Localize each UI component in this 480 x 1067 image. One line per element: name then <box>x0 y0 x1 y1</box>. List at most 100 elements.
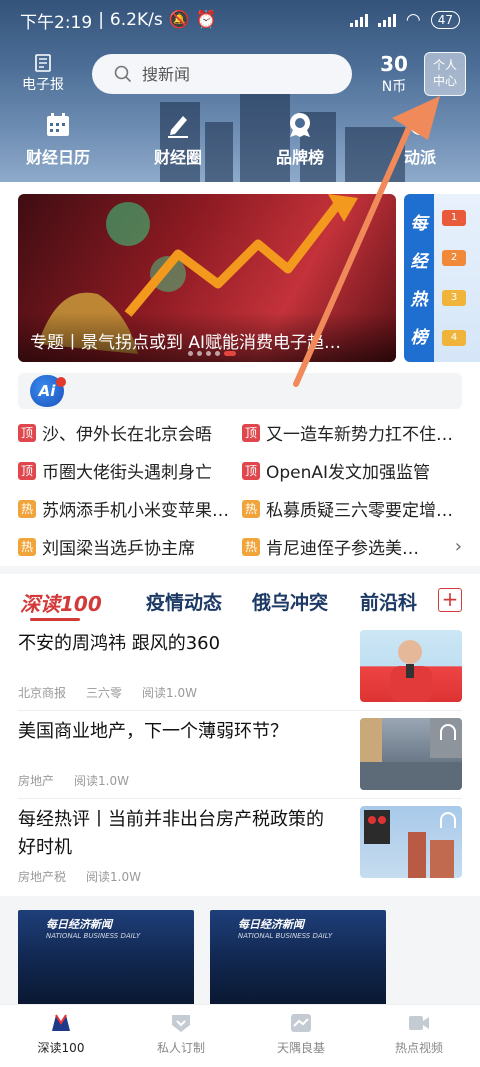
hot-rank-badge: 4 <box>442 330 466 346</box>
video-brand-sub: NATIONAL BUSINESS DAILY <box>238 932 333 940</box>
headline-text: 沙、伊外长在北京会晤 <box>42 425 212 445</box>
deep-read-icon <box>52 1014 70 1031</box>
activity-icon <box>410 115 430 135</box>
hot-tag: 热 <box>18 537 36 556</box>
tab-frontier-tech[interactable]: 前沿科 <box>360 588 424 615</box>
article-title: 美国商业地产，下一个薄弱环节？ <box>18 721 288 742</box>
mute-icon: 🔕 <box>168 10 190 30</box>
hot-rank-badge: 3 <box>442 290 466 306</box>
tab-deep-read[interactable]: 深读100 <box>20 588 102 617</box>
headline-item[interactable]: 热 苏炳添手机小米变苹果… <box>18 496 230 521</box>
ai-logo-text: Ai <box>38 382 56 400</box>
nav-fund[interactable]: 天隅良基 <box>256 1013 346 1056</box>
article-tag: 房地产 <box>18 774 55 788</box>
bottom-nav: 深读100 私人订制 天隅良基 热点视频 <box>0 1004 480 1067</box>
quicknav-calendar[interactable]: 财经日历 <box>26 112 90 168</box>
tab-russia-ukraine[interactable]: 俄乌冲突 <box>252 588 328 615</box>
coins-balance[interactable]: 30 N币 <box>372 52 416 96</box>
personal-center-button[interactable]: 个人 中心 <box>424 52 466 96</box>
article-meta: 北京商报 三六零 阅读1.0W <box>18 684 197 701</box>
status-bar: 下午2:19 | 6.2K/s 🔕 ⏰ ◠ 47 <box>0 0 480 40</box>
headline-item[interactable]: 顶 OpenAI发文加强监管 <box>242 458 454 483</box>
headline-item[interactable]: 顶 币圈大佬街头遇刺身亡 <box>18 458 230 483</box>
article-reads: 阅读1.0W <box>142 686 197 700</box>
search-input[interactable] <box>142 64 332 84</box>
hot-tag: 热 <box>18 499 36 518</box>
article-meta: 房地产 阅读1.0W <box>18 772 129 789</box>
nav-label: 私人订制 <box>156 1041 205 1055</box>
epaper-button[interactable]: 电子报 <box>16 54 70 94</box>
quicknav-brand-rank[interactable]: 品牌榜 <box>276 112 324 168</box>
quicknav-label: 财经日历 <box>26 148 91 167</box>
carousel-dot-active <box>224 351 236 356</box>
wifi-icon: ◠ <box>405 10 421 30</box>
carousel-dot <box>188 351 193 356</box>
carousel-dot <box>206 351 211 356</box>
newspaper-icon <box>35 54 51 72</box>
headline-text: 苏炳添手机小米变苹果… <box>42 501 229 521</box>
quicknav-label: 动派 <box>404 148 437 167</box>
headphones-icon <box>440 724 456 740</box>
alarm-icon: ⏰ <box>195 10 218 30</box>
article-meta: 房地产税 阅读1.0W <box>18 868 141 885</box>
top-tag: 顶 <box>18 461 36 480</box>
video-row: 每日经济新闻 NATIONAL BUSINESS DAILY 每日经济新闻 NATI… <box>0 896 480 1006</box>
headline-item[interactable]: 热 肯尼迪侄子参选美… <box>242 534 454 559</box>
search-bar[interactable] <box>92 54 352 94</box>
add-channel-button[interactable]: + <box>438 588 462 612</box>
feature-banner[interactable]: 专题丨景气拐点或到 AI赋能消费电子趋… <box>18 194 396 362</box>
article-title: 每经热评丨当前并非出台房产税政策的好时机 <box>18 809 324 858</box>
article-item[interactable]: 每经热评丨当前并非出台房产税政策的好时机 房地产税 阅读1.0W <box>18 806 462 886</box>
header: 下午2:19 | 6.2K/s 🔕 ⏰ ◠ 47 电子报 搜新闻 30 N币 个… <box>0 0 480 182</box>
hot-list-title-char: 榜 <box>410 327 428 348</box>
headline-text: OpenAI发文加强监管 <box>266 463 431 483</box>
article-tag: 房地产税 <box>18 870 67 884</box>
top-tag: 顶 <box>242 423 260 442</box>
hot-list-title: 每 经 热 榜 <box>404 194 434 362</box>
headline-item[interactable]: 顶 又一造车新势力扛不住… <box>242 420 454 445</box>
headline-item[interactable]: 热 私募质疑三六零要定增… <box>242 496 454 521</box>
ai-assistant-bar[interactable]: Ai <box>18 373 462 409</box>
hot-list-title-char: 经 <box>410 251 428 272</box>
battery-icon: 47 <box>430 11 460 29</box>
headline-text: 币圈大佬街头遇刺身亡 <box>42 463 212 483</box>
article-item[interactable]: 美国商业地产，下一个薄弱环节？ 房地产 阅读1.0W <box>18 718 462 792</box>
headline-text: 刘国梁当选乒协主席 <box>42 539 195 559</box>
nav-label: 天隅良基 <box>276 1041 325 1055</box>
coins-unit: N币 <box>381 79 407 95</box>
video-brand-sub: NATIONAL BUSINESS DAILY <box>46 932 141 940</box>
coins-value: 30 <box>380 52 408 76</box>
article-item[interactable]: 不安的周鸿祎 跟风的360 北京商报 三六零 阅读1.0W <box>18 630 462 704</box>
person-photo <box>390 640 432 702</box>
chevron-right-icon[interactable]: › <box>455 536 462 557</box>
tab-epidemic[interactable]: 疫情动态 <box>146 588 222 615</box>
hot-list-card[interactable]: 每 经 热 榜 1 2 3 4 <box>404 194 480 362</box>
headline-item[interactable]: 顶 沙、伊外长在北京会晤 <box>18 420 230 445</box>
search-icon <box>114 65 132 83</box>
video-card[interactable]: 每日经济新闻 NATIONAL BUSINESS DAILY <box>210 910 386 1006</box>
signal-icon <box>377 13 396 27</box>
video-icon <box>409 1016 429 1030</box>
carousel-dot <box>197 351 202 356</box>
nav-hot-video[interactable]: 热点视频 <box>374 1013 464 1056</box>
article-thumbnail <box>360 806 462 878</box>
video-card[interactable]: 每日经济新闻 NATIONAL BUSINESS DAILY <box>18 910 194 1006</box>
shield-icon <box>172 1015 190 1032</box>
headline-text: 又一造车新势力扛不住… <box>266 425 453 445</box>
article-tag: 三六零 <box>86 686 123 700</box>
chart-icon <box>291 1014 311 1032</box>
video-brand-name: 每日经济新闻 <box>238 918 304 931</box>
ai-logo-icon: Ai <box>30 375 66 407</box>
nav-label: 热点视频 <box>394 1041 443 1055</box>
hot-rank-badge: 2 <box>442 250 466 266</box>
quicknav-label: 品牌榜 <box>276 148 325 167</box>
status-speed: 6.2K/s <box>109 10 163 30</box>
badge-icon <box>290 113 310 137</box>
quicknav-circle[interactable]: 财经圈 <box>154 112 202 168</box>
nav-custom[interactable]: 私人订制 <box>136 1013 226 1056</box>
quicknav-activity[interactable]: 动派 <box>404 112 436 168</box>
nav-deep-read[interactable]: 深读100 <box>16 1013 106 1056</box>
headphones-icon <box>440 812 456 828</box>
headline-item[interactable]: 热 刘国梁当选乒协主席 <box>18 534 230 559</box>
channel-tabs: 深读100 疫情动态 俄乌冲突 前沿科 + <box>0 566 480 622</box>
